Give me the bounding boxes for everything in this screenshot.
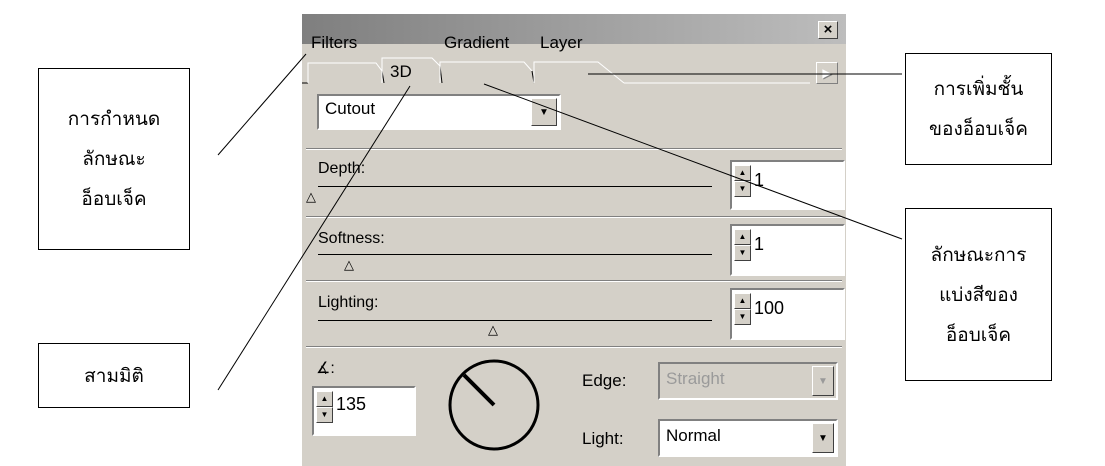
softness-stepper[interactable]: ▲ ▼ 1 bbox=[730, 224, 845, 276]
chevron-down-icon: ▼ bbox=[812, 366, 834, 396]
tab-layer[interactable]: Layer bbox=[540, 32, 583, 54]
leader-line-object-style bbox=[217, 53, 307, 156]
stepper-up-icon[interactable]: ▲ bbox=[734, 165, 751, 181]
tab-3d[interactable]: 3D bbox=[390, 61, 412, 83]
divider bbox=[306, 148, 842, 150]
stepper-down-icon[interactable]: ▼ bbox=[734, 245, 751, 261]
callout-line: ของอ็อบเจ็ค bbox=[929, 118, 1028, 140]
depth-slider-track bbox=[318, 186, 712, 187]
tab-filters[interactable]: Filters bbox=[311, 32, 357, 54]
lighting-stepper[interactable]: ▲ ▼ 100 bbox=[730, 288, 845, 340]
angle-icon: ∡: bbox=[316, 360, 335, 377]
light-select[interactable]: Normal ▼ bbox=[658, 419, 838, 457]
lighting-slider-track bbox=[318, 320, 712, 321]
softness-slider-thumb[interactable]: △ bbox=[344, 258, 354, 271]
stepper-down-icon[interactable]: ▼ bbox=[316, 407, 333, 423]
edge-select: Straight ▼ bbox=[658, 362, 838, 400]
angle-value: 135 bbox=[336, 394, 367, 414]
preset-value: Cutout bbox=[325, 99, 376, 118]
callout-line: การกำหนด bbox=[67, 108, 161, 130]
depth-value: 1 bbox=[754, 170, 765, 190]
preset-select[interactable]: Cutout ▼ bbox=[317, 94, 561, 130]
callout-object-style: การกำหนด ลักษณะ อ็อบเจ็ค bbox=[38, 68, 190, 250]
edge-label: Edge: bbox=[582, 371, 627, 390]
callout-color-division: ลักษณะการ แบ่งสีของ อ็อบเจ็ค bbox=[905, 208, 1052, 381]
callout-add-layer: การเพิ่มชั้น ของอ็อบเจ็ค bbox=[905, 53, 1052, 165]
callout-line: อ็อบเจ็ค bbox=[81, 188, 147, 210]
callout-line: สามมิติ bbox=[84, 364, 144, 387]
effects-panel: × Filters 3D Gradient Layer ▶ Cutout ▼ D… bbox=[302, 14, 846, 466]
callout-line: การเพิ่มชั้น bbox=[933, 78, 1024, 100]
light-direction-dial[interactable] bbox=[444, 355, 544, 455]
angle-stepper[interactable]: ▲ ▼ 135 bbox=[312, 386, 416, 436]
stepper-up-icon[interactable]: ▲ bbox=[734, 293, 751, 309]
chevron-down-icon[interactable]: ▼ bbox=[531, 98, 557, 126]
stepper-down-icon[interactable]: ▼ bbox=[734, 181, 751, 197]
callout-line: ลักษณะ bbox=[82, 148, 146, 170]
softness-value: 1 bbox=[754, 234, 765, 254]
depth-label: Depth: bbox=[318, 160, 366, 177]
callout-line: ลักษณะการ bbox=[930, 243, 1027, 266]
divider bbox=[306, 346, 842, 348]
lighting-value: 100 bbox=[754, 298, 785, 318]
close-icon[interactable]: × bbox=[818, 21, 838, 39]
callout-line: แบ่งสีของ bbox=[939, 283, 1018, 306]
light-value: Normal bbox=[666, 426, 721, 445]
stepper-up-icon[interactable]: ▲ bbox=[734, 229, 751, 245]
lighting-label: Lighting: bbox=[318, 294, 379, 311]
chevron-down-icon[interactable]: ▼ bbox=[812, 423, 834, 453]
depth-stepper[interactable]: ▲ ▼ 1 bbox=[730, 160, 845, 210]
softness-slider-track bbox=[318, 254, 712, 255]
divider bbox=[306, 216, 842, 218]
depth-slider-thumb[interactable]: △ bbox=[306, 190, 316, 203]
tab-gradient[interactable]: Gradient bbox=[444, 32, 509, 54]
lighting-slider-thumb[interactable]: △ bbox=[488, 323, 498, 336]
callout-line: อ็อบเจ็ค bbox=[945, 323, 1012, 346]
stepper-up-icon[interactable]: ▲ bbox=[316, 391, 333, 407]
softness-label: Softness: bbox=[318, 230, 385, 247]
edge-value: Straight bbox=[666, 369, 725, 388]
callout-three-d: สามมิติ bbox=[38, 343, 190, 408]
divider bbox=[306, 280, 842, 282]
stepper-down-icon[interactable]: ▼ bbox=[734, 309, 751, 325]
light-label: Light: bbox=[582, 429, 624, 448]
tab-scroll-right-icon[interactable]: ▶ bbox=[816, 62, 838, 84]
